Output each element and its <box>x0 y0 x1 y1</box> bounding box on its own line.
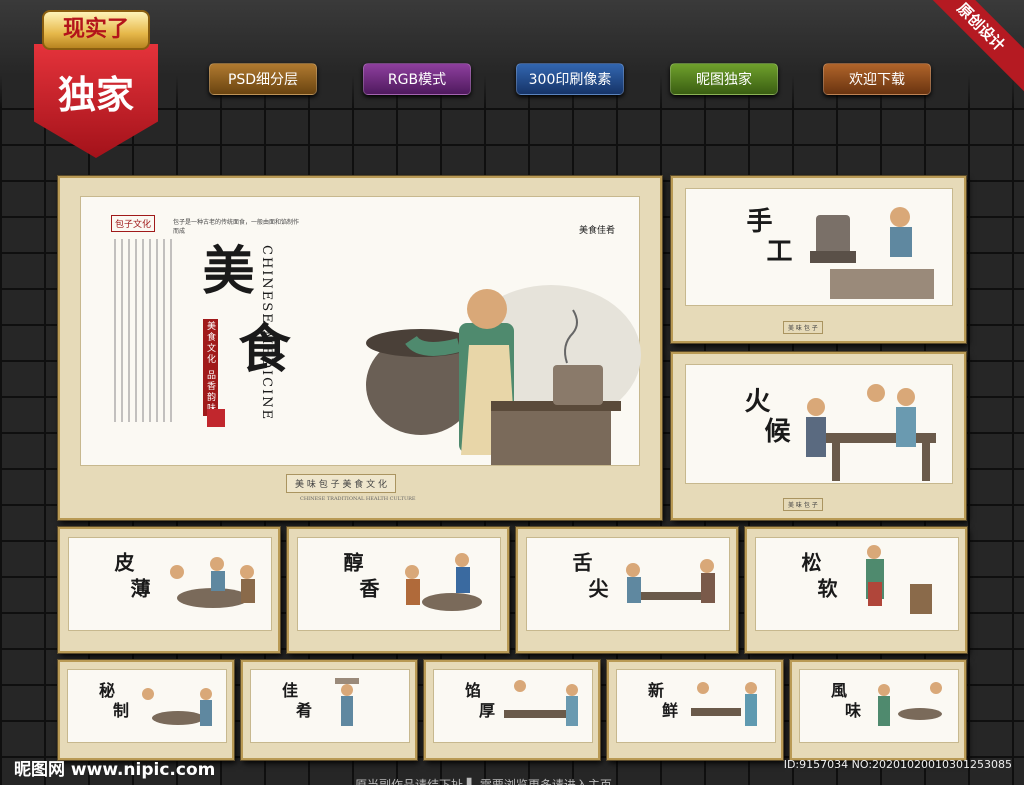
poster-canvas: 皮 薄 <box>68 537 272 631</box>
poster-title-2: 厚 <box>476 702 495 720</box>
main-seal <box>207 409 225 427</box>
poster-title-2: 味 <box>842 702 861 720</box>
poster-pibao[interactable]: 皮 薄 <box>58 527 280 653</box>
poster-title-1: 新 <box>645 682 664 700</box>
cook-illustration <box>142 688 212 726</box>
poster-xianhou[interactable]: 馅 厚 <box>424 660 600 760</box>
badge-top-label: 现实了 <box>42 10 150 50</box>
main-vertical-sub: 美食文化 品香韵味 <box>203 319 218 416</box>
poster-title-1: 馅 <box>462 682 481 700</box>
poster-canvas: 醇 香 <box>297 537 501 631</box>
cook-illustration <box>806 384 936 481</box>
poster-mizhi[interactable]: 秘 制 <box>58 660 234 760</box>
image-id-label: ID:9157034 NO:20201020010301253085 <box>783 758 1012 771</box>
poster-canvas: 風 味 <box>799 669 959 743</box>
poster-xinxian[interactable]: 新 鲜 <box>607 660 783 760</box>
site-watermark: 昵图网 www.nipic.com <box>14 760 216 780</box>
print-300-button[interactable]: 300印刷像素 <box>516 63 624 95</box>
poster-fengwei[interactable]: 風 味 <box>790 660 966 760</box>
poster-canvas: 秘 制 <box>67 669 227 743</box>
poster-chunxiang[interactable]: 醇 香 <box>287 527 509 653</box>
cook-illustration <box>878 682 942 726</box>
main-poster[interactable]: 包子文化 包子是一种古老的传统面食，一般由面和馅制作而成 美 食 CHINESE… <box>58 176 662 520</box>
poster-title-2: 鲜 <box>659 702 678 720</box>
poster-canvas: 松 软 <box>755 537 959 631</box>
poster-title-2: 香 <box>356 578 380 600</box>
poster-songruan[interactable]: 松 软 <box>745 527 967 653</box>
badge-main-label: 独家 <box>34 44 158 158</box>
poster-title-2: 软 <box>814 578 838 600</box>
poster-canvas: 手 工 <box>685 188 953 306</box>
poster-title-2: 薄 <box>127 578 151 600</box>
poster-title-2: 尖 <box>585 578 609 600</box>
exclusive-badge: 现实了 独家 <box>34 10 158 158</box>
poster-canvas: 佳 肴 <box>250 669 410 743</box>
poster-title-1: 松 <box>798 552 822 574</box>
poster-huohou[interactable]: 火 候 美 味 包 子 <box>671 352 966 520</box>
main-latin: CHINESE MEDICINE <box>259 245 274 422</box>
main-body-text <box>114 239 172 422</box>
poster-title-1: 皮 <box>111 552 135 574</box>
poster-title-1: 秘 <box>96 682 115 700</box>
cook-illustration <box>504 680 578 726</box>
rgb-mode-button[interactable]: RGB模式 <box>363 63 471 95</box>
baker-illustration <box>366 285 641 465</box>
poster-canvas: 新 鲜 <box>616 669 776 743</box>
main-bottom-banner: 美 味 包 子 美 食 文 化 <box>286 474 397 493</box>
poster-title-1: 火 <box>740 387 770 415</box>
poster-canvas: 火 候 <box>685 364 953 484</box>
poster-canvas: 馅 厚 <box>433 669 593 743</box>
poster-title-2: 肴 <box>293 702 312 720</box>
poster-canvas: 舌 尖 <box>526 537 730 631</box>
poster-title-1: 風 <box>828 682 847 700</box>
main-intro: 包子是一种古老的传统面食，一般由面和馅制作而成 <box>173 219 300 235</box>
nipic-exclusive-button[interactable]: 昵图独家 <box>670 63 778 95</box>
main-poster-canvas: 包子文化 包子是一种古老的传统面食，一般由面和馅制作而成 美 食 CHINESE… <box>80 196 641 466</box>
download-button[interactable]: 欢迎下载 <box>823 63 931 95</box>
poster-title-2: 工 <box>762 237 792 265</box>
poster-title-1: 醇 <box>340 552 364 574</box>
main-bottom-latin: CHINESE TRADITIONAL HEALTH CULTURE <box>300 496 416 502</box>
poster-title-1: 手 <box>742 207 772 235</box>
cook-illustration <box>866 545 932 614</box>
poster-jiayao[interactable]: 佳 肴 <box>241 660 417 760</box>
poster-banner: 美 味 包 子 <box>783 498 823 511</box>
footer-note: 原当副作品请结下扯 ▌ 需要浏览更多请进入主页 <box>355 778 612 785</box>
cook-illustration <box>810 207 934 299</box>
poster-title-2: 候 <box>760 417 790 445</box>
cook-illustration <box>626 559 715 603</box>
psd-layers-button[interactable]: PSD细分层 <box>209 63 317 95</box>
poster-shougong[interactable]: 手 工 美 味 包 子 <box>671 176 966 343</box>
poster-title-2: 制 <box>110 702 129 720</box>
main-title-1: 美 <box>193 243 254 297</box>
cook-illustration <box>691 682 757 726</box>
poster-title-1: 佳 <box>279 682 298 700</box>
poster-banner: 美 味 包 子 <box>783 321 823 334</box>
poster-shejian[interactable]: 舌 尖 <box>516 527 738 653</box>
cook-illustration <box>335 678 359 726</box>
cook-illustration <box>405 553 482 611</box>
poster-title-1: 舌 <box>569 552 593 574</box>
main-tag: 包子文化 <box>111 215 156 232</box>
cook-illustration <box>170 557 255 608</box>
